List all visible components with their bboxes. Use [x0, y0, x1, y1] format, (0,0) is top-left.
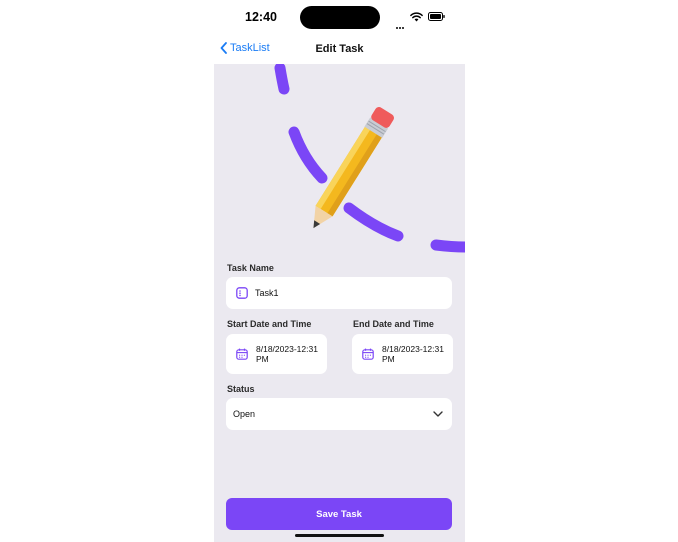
- phone-screen: 12:40 TaskList Edit Task Task Name Task1…: [214, 0, 465, 542]
- save-task-button[interactable]: Save Task: [226, 498, 452, 530]
- status-label: Status: [227, 384, 255, 394]
- calendar-icon: [362, 348, 374, 360]
- task-name-value: Task1: [255, 288, 279, 298]
- status-time: 12:40: [245, 10, 277, 24]
- status-bar: 12:40: [214, 0, 465, 34]
- navigation-bar: TaskList Edit Task: [214, 34, 465, 64]
- pencil-illustration: [274, 64, 465, 253]
- wifi-icon: [410, 12, 423, 22]
- end-date-value: 8/18/2023-12:31 PM: [382, 344, 444, 364]
- task-icon: [236, 287, 248, 299]
- task-name-label: Task Name: [227, 263, 274, 273]
- start-date-label: Start Date and Time: [227, 319, 312, 329]
- calendar-icon: [236, 348, 248, 360]
- battery-icon: [428, 12, 445, 21]
- dynamic-island: [300, 6, 380, 29]
- chevron-down-icon: [433, 411, 443, 417]
- signal-dots-icon: [396, 16, 406, 29]
- decorative-strokes: [274, 64, 465, 253]
- home-indicator: [295, 534, 384, 537]
- page-title: Edit Task: [315, 43, 364, 55]
- end-date-label: End Date and Time: [353, 319, 434, 329]
- task-name-field[interactable]: Task1: [226, 277, 452, 309]
- start-date-value: 8/18/2023-12:31 PM: [256, 344, 318, 364]
- start-date-field[interactable]: 8/18/2023-12:31 PM: [226, 334, 327, 374]
- edit-task-content: Task Name Task1 Start Date and Time 8/18…: [214, 64, 465, 542]
- end-date-field[interactable]: 8/18/2023-12:31 PM: [352, 334, 453, 374]
- status-select[interactable]: Open: [226, 398, 452, 430]
- status-value: Open: [233, 409, 256, 419]
